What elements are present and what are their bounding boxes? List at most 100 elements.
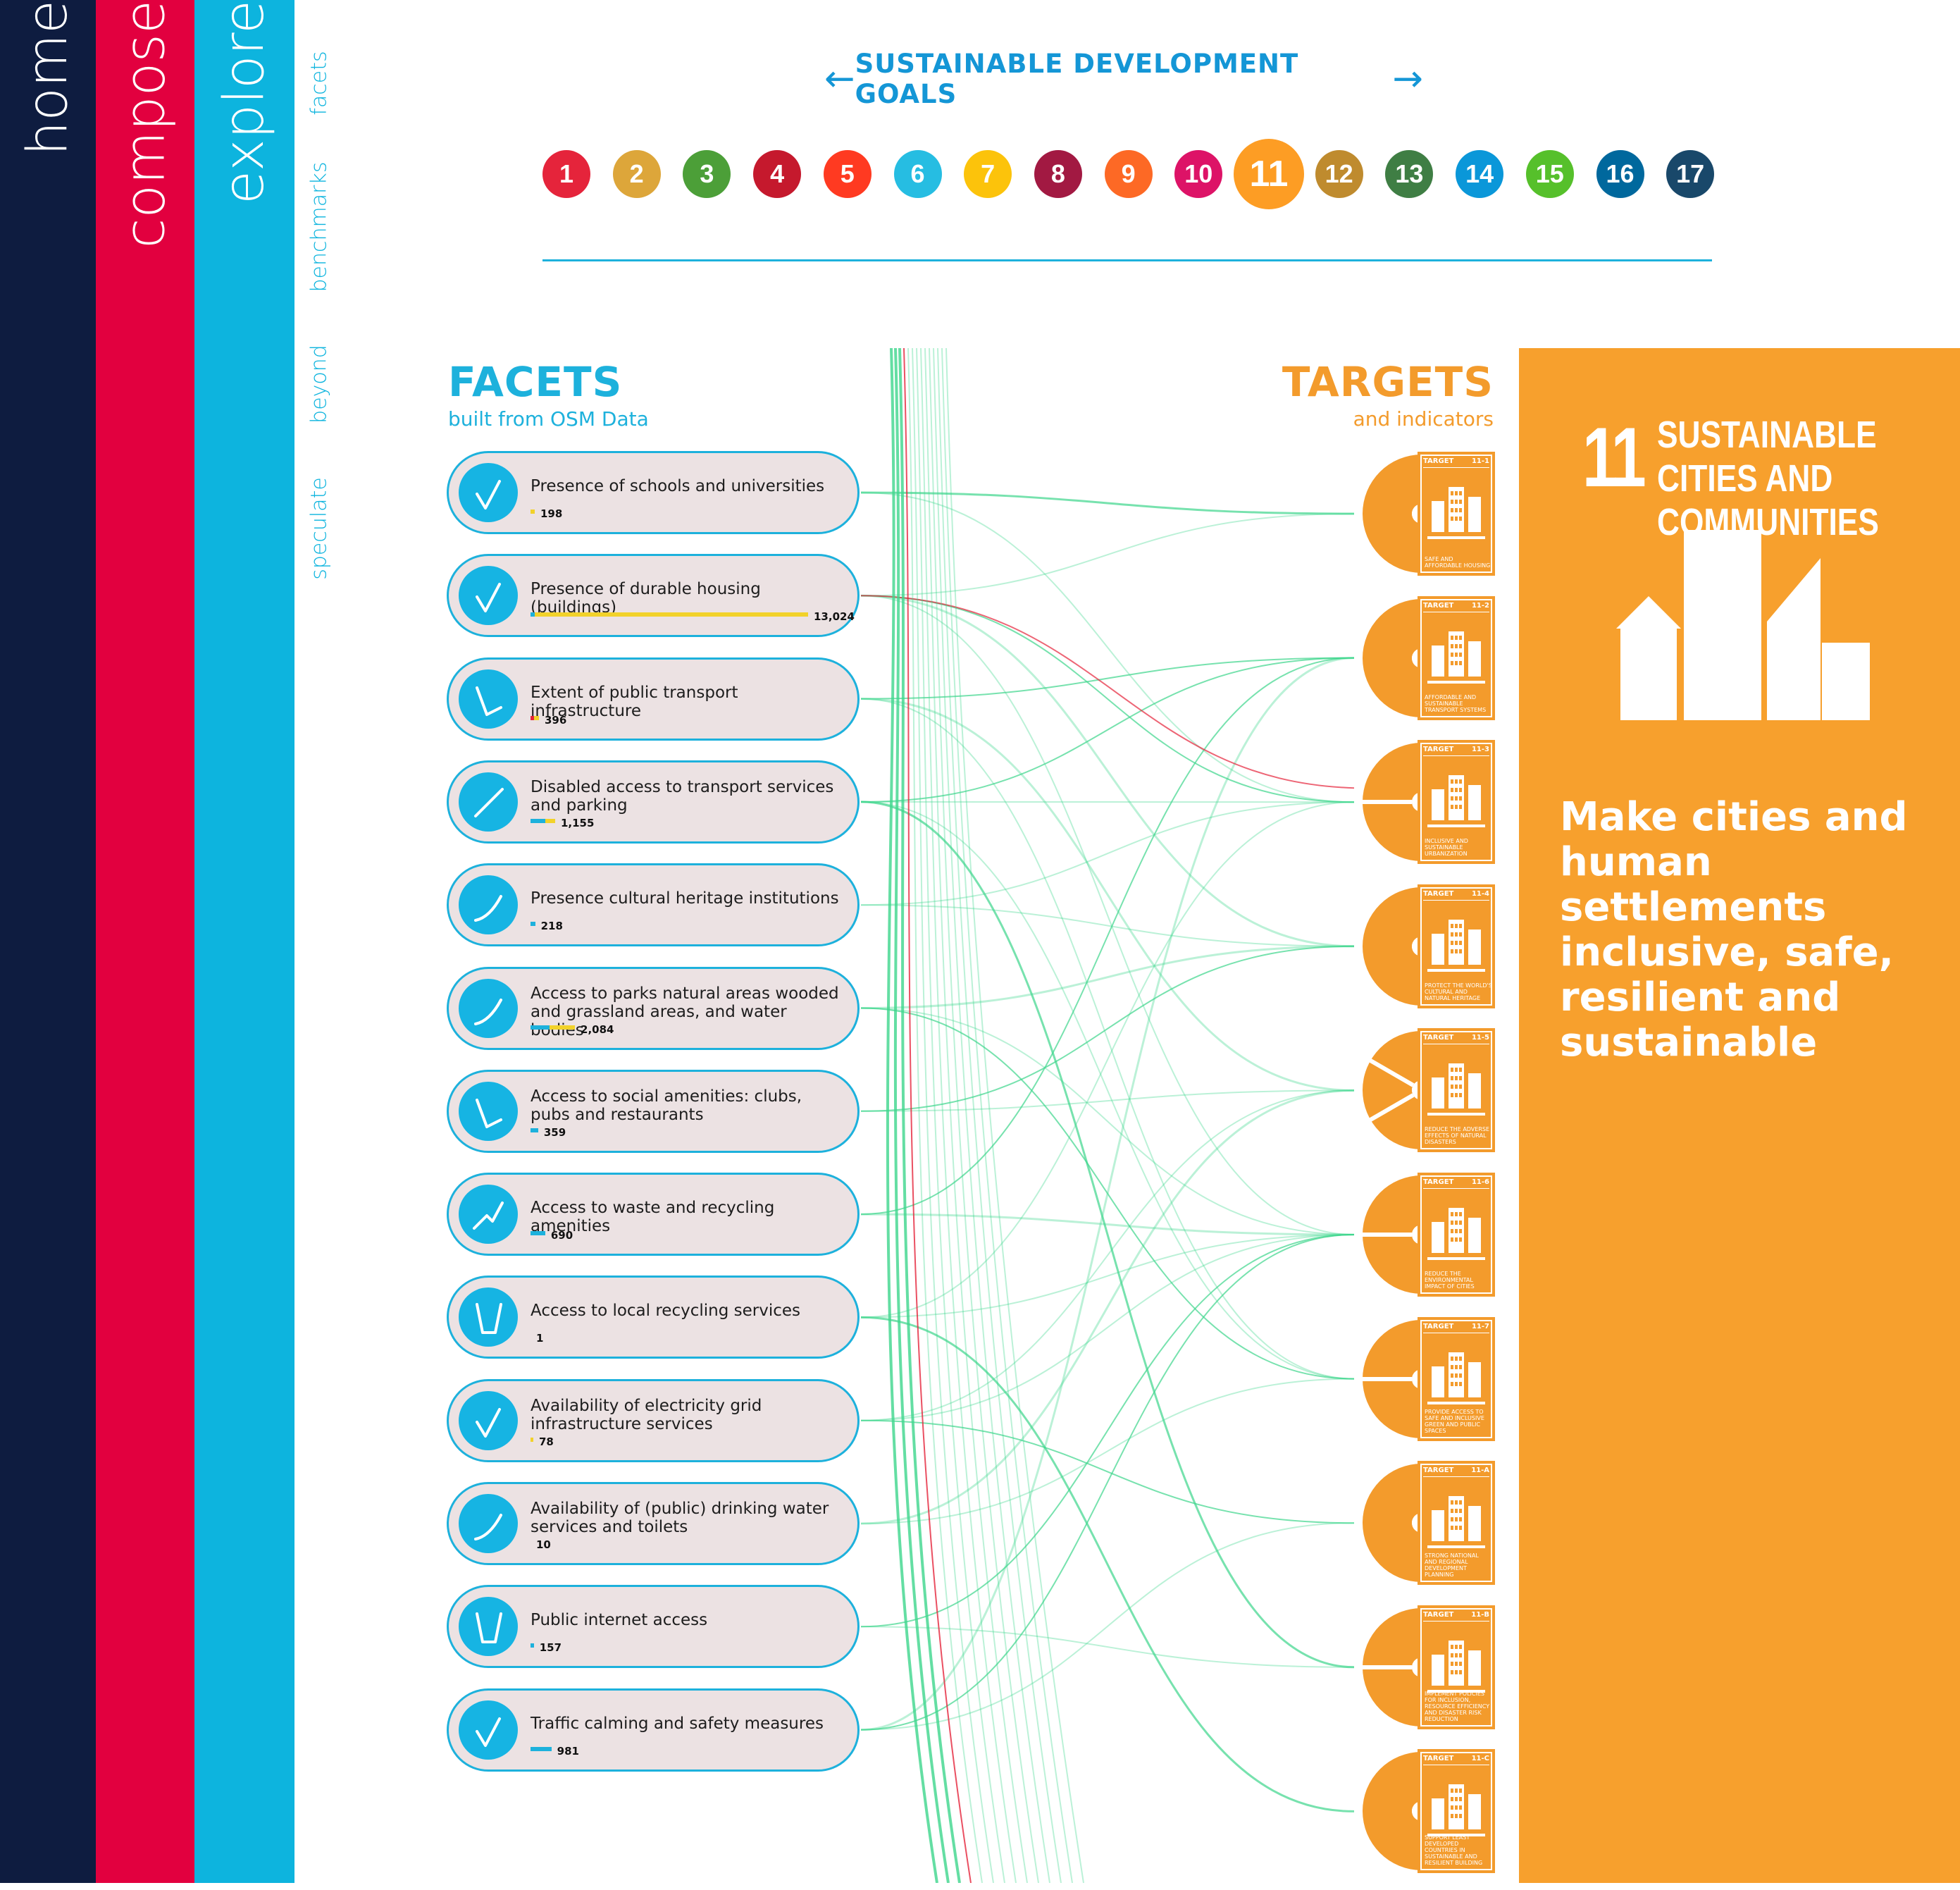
- facet-target-link: [861, 514, 1354, 595]
- facet-item[interactable]: Extent of public transport infrastructur…: [447, 657, 860, 741]
- facet-name: Public internet access: [531, 1611, 841, 1629]
- trend-sparkline-icon: [459, 979, 518, 1038]
- nav-tab-explore[interactable]: explore: [194, 0, 294, 1883]
- facet-count: 157: [540, 1641, 562, 1654]
- sdg-goal-4[interactable]: 4: [753, 150, 801, 198]
- target-tab-gap: [1495, 1152, 1519, 1169]
- facet-target-link: [861, 1214, 1354, 1235]
- target-11-B[interactable]: TARGET11-BIMPLEMENT POLICIES FOR INCLUSI…: [1354, 1605, 1495, 1729]
- target-indicator-dial: [1354, 1173, 1425, 1297]
- subnav-beyond[interactable]: beyond: [307, 345, 332, 424]
- sdg-goal-13[interactable]: 13: [1385, 150, 1433, 198]
- trend-sparkline-icon: [459, 1287, 518, 1347]
- facet-item[interactable]: Public internet access 157: [447, 1585, 860, 1668]
- facet-item[interactable]: Presence of durable housing (buildings)1…: [447, 554, 860, 637]
- goal-number: 11: [1582, 409, 1643, 506]
- facet-item[interactable]: Presence of schools and universities198: [447, 451, 860, 534]
- facet-bar-segment: [531, 819, 545, 823]
- target-caption: INCLUSIVE AND SUSTAINABLE URBANIZATION: [1425, 838, 1492, 857]
- facet-link-strand: [895, 348, 948, 1883]
- trend-sparkline-icon: [459, 1391, 518, 1450]
- sdg-goal-14[interactable]: 14: [1456, 150, 1503, 198]
- arrow-left-icon[interactable]: ←: [824, 61, 855, 97]
- subnav-speculate[interactable]: speculate: [307, 477, 332, 580]
- sdg-goal-17[interactable]: 17: [1666, 150, 1714, 198]
- target-11-6[interactable]: TARGET11-6REDUCE THE ENVIRONMENTAL IMPAC…: [1354, 1173, 1495, 1297]
- facet-target-link: [861, 658, 1354, 699]
- facet-name: Access to social amenities: clubs, pubs …: [531, 1087, 841, 1124]
- nav-tab-compose[interactable]: compose: [96, 0, 194, 1883]
- target-indicator-dial: [1354, 884, 1425, 1008]
- target-tab-gap: [1495, 1441, 1519, 1458]
- facet-bar-segment: [531, 1643, 534, 1648]
- facet-bar-segment: [534, 716, 539, 720]
- target-tab-gap: [1495, 1729, 1519, 1746]
- facet-count: 2,084: [581, 1023, 614, 1036]
- facet-count: 198: [540, 507, 562, 520]
- target-tab-gap: [1495, 1585, 1519, 1602]
- facet-count-bar: [531, 922, 535, 926]
- facet-item[interactable]: Presence cultural heritage institutions2…: [447, 863, 860, 946]
- facet-item[interactable]: Traffic calming and safety measures981: [447, 1688, 860, 1772]
- target-id: 11-4: [1472, 890, 1489, 900]
- sdg-goal-2[interactable]: 2: [613, 150, 661, 198]
- trend-sparkline-icon: [459, 1597, 518, 1656]
- facet-link-strand: [942, 348, 1072, 1883]
- target-11-A[interactable]: TARGET11-ASTRONG NATIONAL AND REGIONAL D…: [1354, 1461, 1495, 1585]
- facet-count: 10: [536, 1538, 551, 1551]
- target-card: TARGET11-4PROTECT THE WORLD'S CULTURAL A…: [1418, 884, 1495, 1008]
- target-indicator-dial: [1354, 452, 1425, 576]
- sdg-goal-11[interactable]: 11: [1234, 139, 1304, 209]
- facet-name: Presence of durable housing (buildings): [531, 580, 841, 617]
- facet-link-strand: [908, 348, 982, 1883]
- facet-target-link: [861, 699, 1354, 1379]
- sdg-goal-3[interactable]: 3: [683, 150, 731, 198]
- target-11-3[interactable]: TARGET11-3INCLUSIVE AND SUSTAINABLE URBA…: [1354, 740, 1495, 864]
- subnav-facets[interactable]: facets: [307, 51, 332, 115]
- target-indicator-dial: [1354, 1317, 1425, 1441]
- sdg-goal-1[interactable]: 1: [542, 150, 590, 198]
- trend-sparkline-icon: [459, 669, 518, 729]
- sdg-goal-12[interactable]: 12: [1315, 150, 1363, 198]
- target-id: 11-1: [1472, 457, 1489, 467]
- facet-link-strand: [888, 348, 937, 1883]
- target-11-2[interactable]: TARGET11-2AFFORDABLE AND SUSTAINABLE TRA…: [1354, 596, 1495, 720]
- facet-target-link: [861, 595, 1354, 946]
- sdg-goal-10[interactable]: 10: [1174, 150, 1222, 198]
- target-caption: SUPPORT LEAST DEVELOPED COUNTRIES IN SUS…: [1425, 1834, 1492, 1866]
- sdg-goal-5[interactable]: 5: [824, 150, 872, 198]
- targets-title: TARGETS: [1282, 358, 1494, 406]
- facet-count: 690: [551, 1229, 573, 1242]
- facet-item[interactable]: Availability of electricity grid infrast…: [447, 1379, 860, 1462]
- facet-item[interactable]: Access to parks natural areas wooded and…: [447, 967, 860, 1050]
- target-11-1[interactable]: TARGET11-1SAFE AND AFFORDABLE HOUSING: [1354, 452, 1495, 576]
- trend-sparkline-icon: [459, 1082, 518, 1141]
- target-11-4[interactable]: TARGET11-4PROTECT THE WORLD'S CULTURAL A…: [1354, 884, 1495, 1008]
- target-11-5[interactable]: TARGET11-5REDUCE THE ADVERSE EFFECTS OF …: [1354, 1028, 1495, 1152]
- target-indicator-dial: [1354, 1605, 1425, 1729]
- goal-panel: 11 SUSTAINABLE CITIES AND COMMUNITIES Ma…: [1519, 348, 1960, 1883]
- sdg-goal-8[interactable]: 8: [1034, 150, 1082, 198]
- target-11-7[interactable]: TARGET11-7PROVIDE ACCESS TO SAFE AND INC…: [1354, 1317, 1495, 1441]
- facet-item[interactable]: Access to local recycling services1: [447, 1276, 860, 1359]
- sdg-goal-7[interactable]: 7: [964, 150, 1012, 198]
- facet-bar-segment: [545, 819, 555, 823]
- sdg-goal-15[interactable]: 15: [1526, 150, 1574, 198]
- facet-target-link: [861, 658, 1354, 802]
- nav-tab-home[interactable]: home: [0, 0, 96, 1883]
- facet-name: Traffic calming and safety measures: [531, 1715, 841, 1733]
- facet-item[interactable]: Disabled access to transport services an…: [447, 760, 860, 844]
- facet-count-bar: [531, 1643, 534, 1648]
- sdg-goal-9[interactable]: 9: [1105, 150, 1153, 198]
- arrow-right-icon[interactable]: →: [1392, 61, 1423, 97]
- target-11-C[interactable]: TARGET11-CSUPPORT LEAST DEVELOPED COUNTR…: [1354, 1749, 1495, 1873]
- facet-item[interactable]: Access to waste and recycling amenities6…: [447, 1173, 860, 1256]
- facet-item[interactable]: Access to social amenities: clubs, pubs …: [447, 1070, 860, 1153]
- facet-target-link: [861, 699, 1354, 1091]
- facet-item[interactable]: Availability of (public) drinking water …: [447, 1482, 860, 1565]
- facet-target-link: [861, 1090, 1354, 1420]
- sdg-goal-16[interactable]: 16: [1596, 150, 1644, 198]
- nav-tab-compose-label: compose: [117, 0, 173, 248]
- facet-count-bar: [531, 1128, 538, 1132]
- sdg-goal-6[interactable]: 6: [894, 150, 942, 198]
